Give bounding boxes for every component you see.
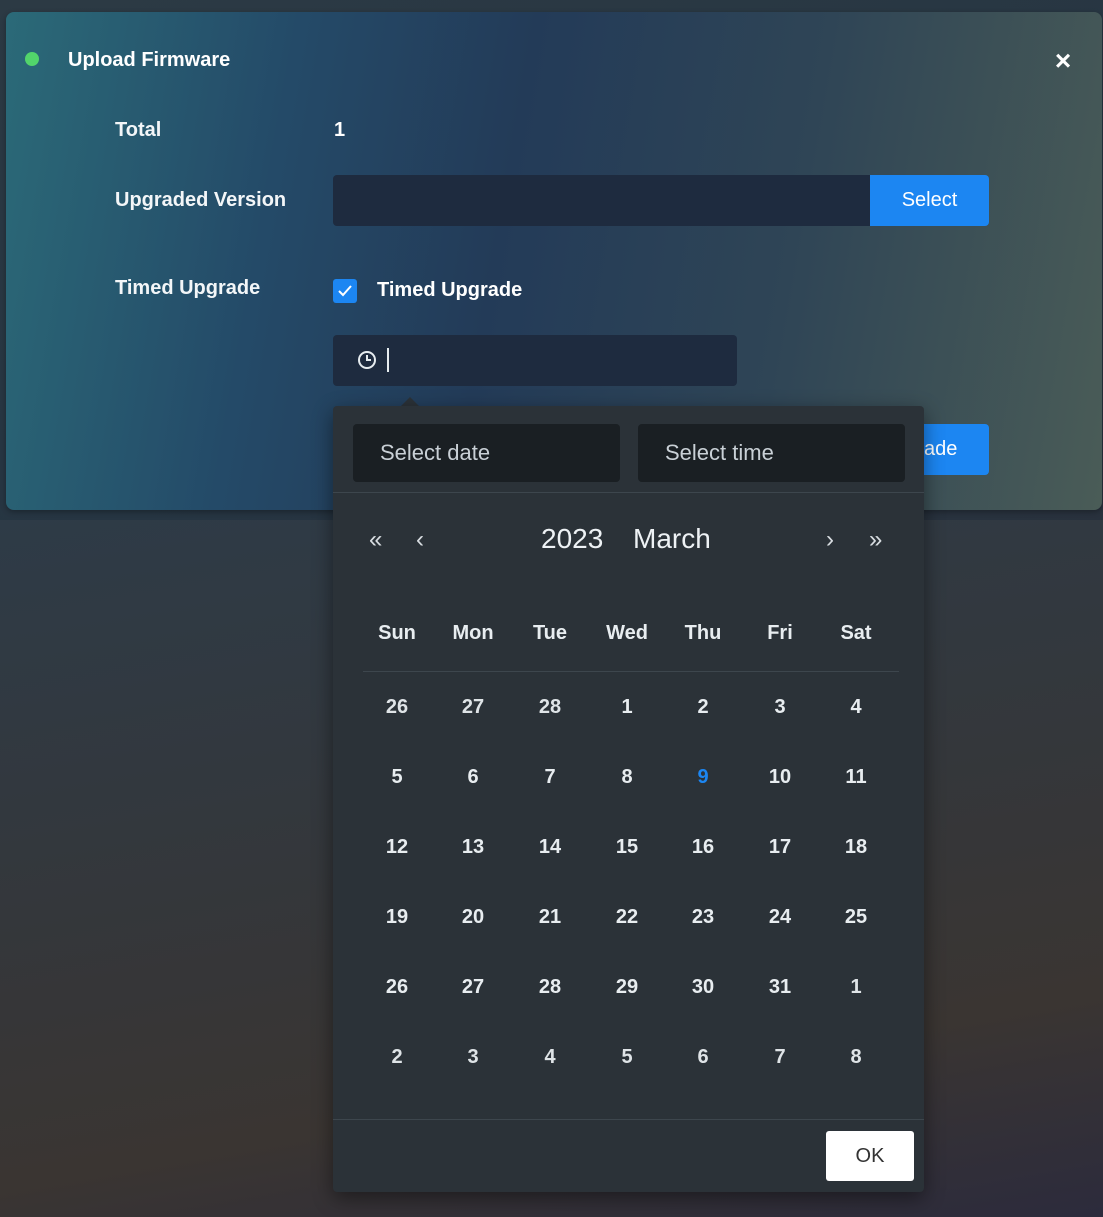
- prev-month-icon[interactable]: ‹: [416, 526, 424, 554]
- calendar-day[interactable]: 28: [518, 696, 582, 719]
- weekday-label: Sat: [840, 622, 872, 644]
- calendar-day[interactable]: 8: [595, 766, 659, 789]
- upgraded-version-label: Upgraded Version: [115, 189, 287, 211]
- calendar-day[interactable]: 2: [365, 1046, 429, 1069]
- calendar-day[interactable]: 21: [518, 906, 582, 929]
- next-month-icon[interactable]: ›: [826, 526, 834, 554]
- calendar-day[interactable]: 3: [748, 696, 812, 719]
- month-label[interactable]: March: [633, 523, 711, 555]
- close-icon[interactable]: ×: [1049, 47, 1077, 75]
- checkmark-icon: [338, 285, 352, 297]
- calendar-day[interactable]: 12: [365, 836, 429, 859]
- calendar-day[interactable]: 13: [441, 836, 505, 859]
- weekday-label: Fri: [767, 622, 793, 644]
- calendar-day[interactable]: 6: [441, 766, 505, 789]
- calendar-day[interactable]: 14: [518, 836, 582, 859]
- calendar-day[interactable]: 31: [748, 976, 812, 999]
- divider: [333, 492, 924, 493]
- ok-button[interactable]: OK: [826, 1131, 914, 1181]
- prev-year-icon[interactable]: «: [369, 526, 382, 554]
- calendar-day[interactable]: 10: [748, 766, 812, 789]
- total-label: Total: [115, 119, 162, 141]
- calendar-day[interactable]: 9: [671, 766, 735, 789]
- datetime-input[interactable]: [333, 335, 737, 386]
- select-time-input[interactable]: Select time: [638, 424, 905, 482]
- upgraded-version-input[interactable]: [333, 175, 871, 226]
- calendar-day[interactable]: 6: [671, 1046, 735, 1069]
- select-date-input[interactable]: Select date: [353, 424, 620, 482]
- calendar-day[interactable]: 18: [824, 836, 888, 859]
- calendar-day[interactable]: 5: [365, 766, 429, 789]
- calendar-day[interactable]: 29: [595, 976, 659, 999]
- weekday-label: Sun: [378, 622, 416, 644]
- timed-upgrade-label: Timed Upgrade: [115, 277, 261, 299]
- timed-upgrade-checkbox-label[interactable]: Timed Upgrade: [377, 279, 522, 302]
- calendar-day[interactable]: 17: [748, 836, 812, 859]
- calendar-day[interactable]: 23: [671, 906, 735, 929]
- calendar-day[interactable]: 11: [824, 766, 888, 789]
- weekday-label: Thu: [684, 622, 722, 644]
- calendar-day[interactable]: 7: [748, 1046, 812, 1069]
- text-caret: [387, 348, 389, 372]
- calendar-day[interactable]: 26: [365, 976, 429, 999]
- calendar-day[interactable]: 1: [824, 976, 888, 999]
- weekday-label: Tue: [532, 622, 568, 644]
- year-label[interactable]: 2023: [541, 523, 603, 555]
- calendar-day[interactable]: 22: [595, 906, 659, 929]
- divider: [333, 1119, 924, 1120]
- total-value: 1: [334, 119, 346, 141]
- calendar-day[interactable]: 2: [671, 696, 735, 719]
- select-button[interactable]: Select: [870, 175, 989, 226]
- calendar-day[interactable]: 25: [824, 906, 888, 929]
- calendar-day[interactable]: 3: [441, 1046, 505, 1069]
- calendar-day[interactable]: 15: [595, 836, 659, 859]
- datetime-picker-popover: Select date Select time « ‹ 2023 March ›…: [333, 406, 924, 1192]
- calendar-day[interactable]: 16: [671, 836, 735, 859]
- calendar-day[interactable]: 19: [365, 906, 429, 929]
- calendar-day[interactable]: 26: [365, 696, 429, 719]
- weekday-label: Mon: [452, 622, 494, 644]
- calendar-day[interactable]: 5: [595, 1046, 659, 1069]
- calendar-day[interactable]: 27: [441, 696, 505, 719]
- divider: [363, 671, 899, 672]
- calendar-day[interactable]: 20: [441, 906, 505, 929]
- calendar-day[interactable]: 8: [824, 1046, 888, 1069]
- weekday-label: Wed: [606, 622, 648, 644]
- clock-icon: [358, 351, 376, 369]
- calendar-day[interactable]: 1: [595, 696, 659, 719]
- calendar-day[interactable]: 4: [518, 1046, 582, 1069]
- calendar-day[interactable]: 7: [518, 766, 582, 789]
- calendar-day[interactable]: 4: [824, 696, 888, 719]
- status-dot: [25, 52, 39, 66]
- next-year-icon[interactable]: »: [869, 526, 882, 554]
- calendar-day[interactable]: 28: [518, 976, 582, 999]
- calendar-day[interactable]: 27: [441, 976, 505, 999]
- timed-upgrade-checkbox[interactable]: [333, 279, 357, 303]
- dialog-title: Upload Firmware: [68, 49, 231, 71]
- calendar-day[interactable]: 30: [671, 976, 735, 999]
- calendar-day[interactable]: 24: [748, 906, 812, 929]
